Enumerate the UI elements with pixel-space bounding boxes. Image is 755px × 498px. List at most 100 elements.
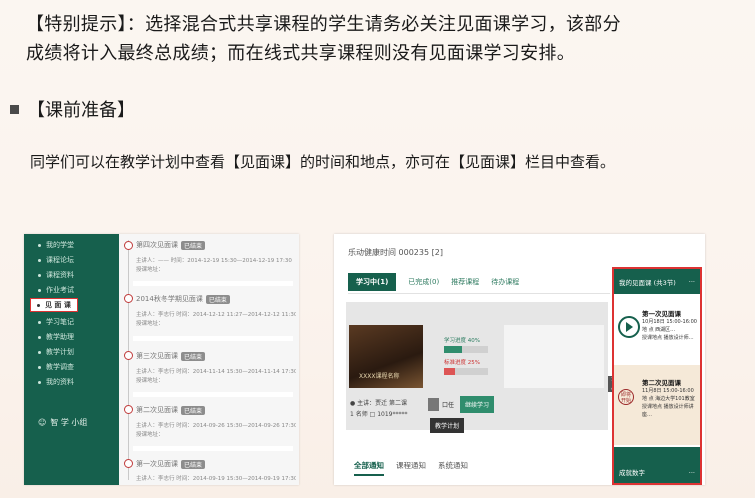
timeline-node-icon: [124, 351, 133, 360]
bullet-icon: [38, 365, 41, 369]
tip-line-2: 成绩将计入最终总成绩；而在线式共享课程则没有见面课学习安排。: [26, 43, 575, 64]
timeline-node-icon: [124, 405, 133, 414]
course-sidebar: 我的学堂 课程论坛 课程资料 作业考试 见 面 课 学习笔记 教学助理 教学计划…: [24, 234, 119, 485]
course-cover-image[interactable]: XXXX课程名称: [349, 325, 423, 388]
progress-bar: [444, 346, 488, 353]
bullet-icon: [38, 243, 41, 247]
tab-recommended[interactable]: 推荐课程: [451, 277, 479, 287]
course-card: XXXX课程名称 ● 主讲：贾迁 第二课 1 名师 □ 1019***** 学习…: [346, 302, 620, 433]
meeting-card-first[interactable]: 第一次见面课 10月18日 15:00-16:00 地 点 西湖区… 授课地点 …: [614, 296, 700, 364]
session-title[interactable]: 第三次见面课 已结束: [136, 351, 206, 361]
divider: [348, 293, 610, 294]
bullet-icon: [38, 380, 41, 384]
course-info: ● 主讲：贾迁 第二课 1 名师 □ 1019*****: [350, 398, 407, 420]
meeting-time: 10月18日 15:00-16:00: [642, 319, 697, 325]
bullet-square-icon: [10, 104, 19, 114]
timeline-node-icon: [124, 241, 133, 250]
sidebar-item-forum[interactable]: 课程论坛: [38, 255, 74, 265]
standard-progress-fill: [444, 368, 455, 375]
tab-learning[interactable]: 学习中(1): [348, 273, 397, 291]
meeting-card-second[interactable]: 即将开始 第二次见面课 11月8日 15:00-16:00 地 点 海边大学10…: [614, 365, 700, 445]
timeline-node-icon: [124, 294, 133, 303]
sidebar-item-home[interactable]: 我的学堂: [38, 240, 74, 250]
sidebar-item-exams[interactable]: 作业考试: [38, 285, 74, 295]
meeting-location: 地 点 海边大学101教室: [642, 396, 695, 402]
status-badge: 已结束: [181, 351, 206, 361]
meeting-venue: 授课地点 播放设计师…: [642, 335, 694, 341]
course-detail-panel: [504, 325, 604, 388]
course-actions: 口任 继续学习: [428, 396, 495, 413]
instruction-text: 同学们可以在教学计划中查看【见面课】的时间和地点，亦可在【见面课】栏目中查看。: [30, 153, 616, 171]
meeting-timeline: 第四次见面课 已结束 主讲人：—— 时间：2014-12-19 15:30—201…: [119, 234, 299, 485]
more-icon[interactable]: ···: [689, 278, 695, 286]
continue-learning-button[interactable]: 继续学习: [460, 396, 495, 413]
session-meta: 主讲人：李志行 时间：2014-09-19 15:30—2014-09-19 1…: [136, 476, 296, 482]
course-students: 1 名师 □ 1019*****: [350, 411, 408, 418]
session-meta: 主讲人：—— 时间：2014-12-19 15:30—2014-12-19 17…: [136, 258, 292, 264]
meeting-location: 地 点 西湖区…: [642, 327, 676, 333]
session-title[interactable]: 第二次见面课 已结束: [136, 405, 206, 415]
meeting-venue: 授课地点 播放设计师讲座…: [642, 404, 694, 418]
meeting-title: 第二次见面课: [642, 379, 681, 387]
session-title[interactable]: 第一次见面课 已结束: [136, 459, 206, 469]
section-heading: 【课前准备】: [10, 96, 135, 122]
divider: [133, 281, 293, 286]
status-badge: 已结束: [181, 240, 206, 250]
cover-title: XXXX课程名称: [359, 373, 400, 380]
status-badge: 已结束: [181, 405, 206, 415]
session-meta: 主讲人：李志行 时间：2014-12-12 11:27—2014-12-12 1…: [136, 312, 296, 318]
session-title[interactable]: 第四次见面课 已结束: [136, 240, 206, 250]
session-place: 授课地址：: [136, 378, 164, 384]
meeting-panel-header: 我的见面课 (共3节) ···: [614, 269, 700, 294]
sidebar-team[interactable]: ☺ 智 学 小组: [38, 417, 87, 428]
bullet-icon: [38, 320, 41, 324]
bullet-icon: [38, 350, 41, 354]
bullet-icon: [38, 258, 41, 262]
plan-label[interactable]: 口任: [442, 400, 454, 409]
session-title[interactable]: 2014秋冬学期见面课 已结束: [136, 294, 230, 304]
progress-label: 学习进度 40%: [444, 338, 480, 344]
sidebar-item-materials[interactable]: 课程资料: [38, 270, 74, 280]
team-icon: ☺: [38, 418, 47, 427]
standard-progress-bar: [444, 368, 488, 375]
tip-line-1: 【特别提示】：选择混合式共享课程的学生请务必关注见面课学习，该部分: [26, 14, 621, 35]
sidebar-item-plan[interactable]: 教学计划: [38, 347, 74, 357]
section-title: 【课前准备】: [27, 100, 135, 121]
achievement-footer[interactable]: 成就数字 ···: [614, 447, 700, 483]
tab-all-notices[interactable]: 全部通知: [354, 460, 384, 476]
bullet-icon: [38, 288, 41, 292]
session-meta: 主讲人：李志行 时间：2014-11-14 15:30—2014-11-14 1…: [136, 369, 296, 375]
meeting-card-text: 第一次见面课 10月18日 15:00-16:00 地 点 西湖区… 授课地点 …: [642, 310, 698, 342]
course-header: 乐动健康时间 000235 [2]: [348, 248, 443, 257]
sidebar-item-meeting[interactable]: 见 面 课: [30, 298, 78, 312]
timeline-node-icon: [124, 459, 133, 468]
divider: [133, 392, 293, 397]
upcoming-stamp-icon: 即将开始: [618, 389, 634, 405]
meeting-panel-title: 我的见面课 (共3节): [619, 278, 676, 287]
session-place: 授课地址：: [136, 432, 164, 438]
tab-course-notices[interactable]: 课程通知: [396, 460, 426, 476]
divider: [133, 336, 293, 341]
session-meta: 主讲人：李志行 时间：2014-09-26 15:30—2014-09-26 1…: [136, 423, 296, 429]
plan-icon[interactable]: [428, 398, 439, 411]
tab-completed[interactable]: 已完成(0): [408, 277, 439, 287]
sidebar-item-profile[interactable]: 我的资料: [38, 377, 74, 387]
sidebar-item-survey[interactable]: 教学调查: [38, 362, 74, 372]
sidebar-item-assistant[interactable]: 教学助理: [38, 332, 74, 342]
sidebar-item-notes[interactable]: 学习笔记: [38, 317, 74, 327]
status-badge: 已结束: [205, 294, 230, 304]
meeting-panel: 我的见面课 (共3节) ··· 第一次见面课 10月18日 15:00-16:0…: [612, 267, 702, 485]
timeline-line: [128, 240, 129, 480]
bullet-icon: [38, 273, 41, 277]
play-icon[interactable]: [618, 316, 640, 338]
tab-system-notices[interactable]: 系统通知: [438, 460, 468, 476]
tab-pending[interactable]: 待办课程: [491, 277, 519, 287]
more-icon[interactable]: ···: [689, 469, 695, 477]
meeting-card-text: 第二次见面课 11月8日 15:00-16:00 地 点 海边大学101教室 授…: [642, 379, 698, 419]
course-teacher: ● 主讲：贾迁 第二课: [350, 400, 408, 407]
tooltip-teaching-plan: 教学计划: [430, 418, 465, 433]
meeting-time: 11月8日 15:00-16:00: [642, 388, 694, 394]
course-tabs: 学习中(1) 已完成(0) 推荐课程 待办课程: [348, 273, 531, 291]
standard-progress-label: 标准进度 25%: [444, 360, 480, 366]
session-place: 授课地址：: [136, 321, 164, 327]
